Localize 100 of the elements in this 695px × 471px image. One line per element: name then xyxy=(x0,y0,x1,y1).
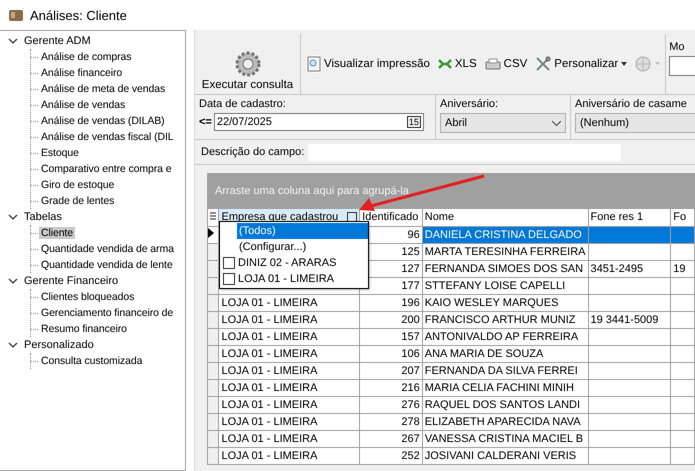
table-cell xyxy=(670,345,694,362)
tree-group[interactable]: Gerente Financeiro xyxy=(22,275,120,287)
tree-item[interactable]: Comparativo entre compra e xyxy=(39,163,174,175)
tree-item[interactable]: Análise de vendas xyxy=(39,99,128,111)
printer-icon xyxy=(484,58,501,70)
tree-item[interactable]: Consulta customizada xyxy=(39,355,144,367)
tree-item[interactable]: Quantidade vendida de lente xyxy=(39,259,175,271)
month-dropdown[interactable]: Abril xyxy=(440,113,566,133)
run-query-button[interactable]: Executar consulta xyxy=(195,34,301,94)
filter-option[interactable]: (Todos) xyxy=(237,223,368,239)
table-cell: 216 xyxy=(360,379,422,396)
column-header[interactable]: Fo xyxy=(670,209,694,226)
tree-item[interactable]: Cliente xyxy=(39,227,75,239)
table-cell xyxy=(670,243,694,260)
table-cell xyxy=(670,396,694,413)
table-cell: FERNANDA SIMOES DOS SAN xyxy=(422,260,588,277)
table-cell xyxy=(670,413,694,430)
tree-item[interactable]: Clientes bloqueados xyxy=(39,291,136,303)
table-cell: DANIELA CRISTINA DELGADO xyxy=(422,226,588,243)
table-cell xyxy=(670,447,694,464)
table-cell: 278 xyxy=(360,413,422,430)
globe-icon[interactable] xyxy=(635,56,662,72)
table-cell: VANESSA CRISTINA MACIEL B xyxy=(422,430,588,447)
input-field[interactable] xyxy=(669,56,695,76)
tree-group[interactable]: Tabelas xyxy=(22,211,64,223)
toolbar-button[interactable]: CSV xyxy=(484,58,528,70)
column-header[interactable]: Identificado xyxy=(360,209,422,226)
table-cell: JOSIVANI CALDERANI VERIS xyxy=(422,447,588,464)
checkbox[interactable] xyxy=(223,257,235,269)
tree-item[interactable]: Quantidade vendida de arma xyxy=(39,243,176,255)
table-cell: LOJA 01 - LIMEIRA xyxy=(218,379,360,396)
calendar-button[interactable]: 15 xyxy=(406,116,421,128)
row-indicator[interactable] xyxy=(208,226,219,243)
table-cell: LOJA 01 - LIMEIRA xyxy=(218,294,360,311)
table-cell xyxy=(670,311,694,328)
table-cell: 207 xyxy=(360,362,422,379)
table-cell: 3451-2495 xyxy=(588,260,671,277)
table-cell: KAIO WESLEY MARQUES xyxy=(422,294,588,311)
table-cell xyxy=(670,362,694,379)
toolbar-button[interactable]: XLS xyxy=(438,58,477,70)
table-cell: LOJA 01 - LIMEIRA xyxy=(218,396,360,413)
table-cell: MARIA CELIA FACHINI MINIH xyxy=(422,379,588,396)
table-cell: 196 xyxy=(360,294,422,311)
gears-icon xyxy=(232,49,262,79)
tree-item[interactable]: Análise de meta de vendas xyxy=(39,83,168,95)
table-cell: 200 xyxy=(360,311,422,328)
dropdown[interactable]: (Nenhum) xyxy=(575,113,695,133)
tree-item[interactable]: Giro de estoque xyxy=(39,179,116,191)
field-label: Descrição do campo: xyxy=(201,146,304,158)
tree-item[interactable]: Análise de compras xyxy=(39,51,134,63)
field-label: Aniversário de casame xyxy=(575,98,688,110)
field-label: Data de cadastro: xyxy=(199,98,287,110)
expanded-icon[interactable] xyxy=(8,37,18,45)
tree-item[interactable]: Análise de vendas (DILAB) xyxy=(39,115,167,127)
table-cell: STTEFANY LOISE CAPELLI xyxy=(422,277,588,294)
field-label: Mo xyxy=(669,41,686,53)
chevron-icon xyxy=(552,120,561,126)
spreadsheet-icon xyxy=(438,58,452,70)
tree-group[interactable]: Personalizado xyxy=(22,339,96,351)
window-title: Análises: Cliente xyxy=(30,8,127,22)
tree-item[interactable]: Análise financeiro xyxy=(39,67,124,79)
table-cell xyxy=(670,226,694,243)
checkbox[interactable] xyxy=(223,273,235,285)
toolbar-button[interactable]: Personalizar xyxy=(535,56,628,72)
operator-label: <= xyxy=(199,116,212,128)
tree-group[interactable]: Gerente ADM xyxy=(22,35,93,47)
table-cell: LOJA 01 - LIMEIRA xyxy=(218,430,360,447)
tree-item[interactable]: Estoque xyxy=(39,147,81,159)
table-cell: MARTA TERESINHA FERREIRA xyxy=(422,243,588,260)
app-icon xyxy=(8,8,24,22)
expanded-icon[interactable] xyxy=(8,277,18,285)
table-cell xyxy=(670,294,694,311)
tree-item[interactable]: Resumo financeiro xyxy=(39,323,129,335)
expanded-icon[interactable] xyxy=(8,341,18,349)
tree-item[interactable]: Grade de lentes xyxy=(39,195,116,207)
table-cell: LOJA 01 - LIMEIRA xyxy=(218,362,360,379)
expanded-icon[interactable] xyxy=(8,213,18,221)
table-cell: FERNANDA DA SILVA FERREI xyxy=(422,362,588,379)
table-cell: ANTONIVALDO AP FERREIRA xyxy=(422,328,588,345)
table-cell: ELIZABETH APARECIDA NAVA xyxy=(422,413,588,430)
filter-option[interactable]: DINIZ 02 - ARARAS xyxy=(238,257,336,269)
field-label: Aniversário: xyxy=(440,98,500,110)
table-cell: RAQUEL DOS SANTOS LANDI xyxy=(422,396,588,413)
tree-item[interactable]: Gerenciamento financeiro de xyxy=(39,307,176,319)
tree-item[interactable]: Análise de vendas fiscal (DIL xyxy=(39,131,176,143)
table-cell xyxy=(670,277,694,294)
column-header[interactable]: Fone res 1 xyxy=(588,209,671,226)
magnifier-icon xyxy=(307,56,321,72)
table-cell xyxy=(670,430,694,447)
table-cell: 267 xyxy=(360,430,422,447)
toolbar-button[interactable]: Visualizar impressão xyxy=(307,56,430,72)
column-header[interactable]: Nome xyxy=(422,209,588,226)
caret-icon xyxy=(621,62,628,66)
table-cell: 157 xyxy=(360,328,422,345)
current-row-icon xyxy=(208,228,214,238)
column-chooser-icon[interactable] xyxy=(208,210,218,221)
date-field[interactable]: 22/07/2025 15 xyxy=(214,113,424,131)
filter-option[interactable]: LOJA 01 - LIMEIRA xyxy=(238,273,334,285)
table-cell: 19 xyxy=(670,260,694,277)
table-cell: ANA MARIA DE SOUZA xyxy=(422,345,588,362)
